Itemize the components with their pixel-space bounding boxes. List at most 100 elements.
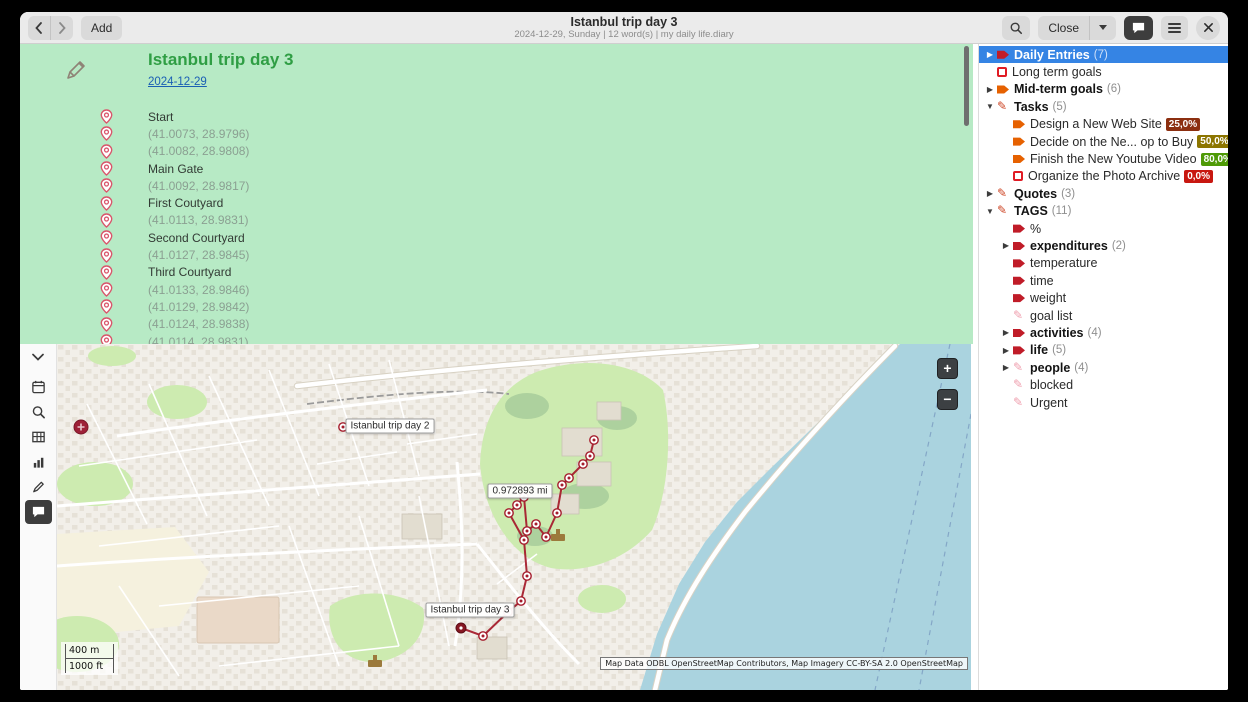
chat-bubble-icon <box>31 505 46 519</box>
scrollbar-thumb[interactable] <box>964 46 969 126</box>
tree-row[interactable]: Design a New Web Site 25,0% <box>979 116 1228 133</box>
pencil-icon <box>31 479 46 495</box>
annotations-button[interactable] <box>1124 16 1153 40</box>
tree-row[interactable]: temperature <box>979 255 1228 272</box>
search-icon <box>1009 21 1023 35</box>
tree-row[interactable]: ▶ Mid-term goals (6) <box>979 81 1228 98</box>
entry-item-text: (41.0113, 28.9831) <box>148 213 249 227</box>
tree-item-label[interactable]: % <box>1030 222 1041 236</box>
entry-list-item: (41.0114, 28.9831) <box>20 333 973 344</box>
expander-icon[interactable]: ▼ <box>983 207 997 216</box>
window-title: Istanbul trip day 3 <box>514 15 733 29</box>
entry-list-item: Second Courtyard <box>20 229 973 246</box>
entry-date-link[interactable]: 2024-12-29 <box>148 76 207 88</box>
tree-row[interactable]: time <box>979 272 1228 289</box>
tree-item-label[interactable]: life <box>1030 343 1048 357</box>
tree-item-label[interactable]: Finish the New Youtube Video <box>1030 152 1197 166</box>
tree-row[interactable]: weight <box>979 289 1228 306</box>
tree-row[interactable]: Urgent <box>979 394 1228 411</box>
tree-item-label[interactable]: Long term goals <box>1012 65 1102 79</box>
tree-item-label[interactable]: Decide on the Ne... op to Buy <box>1030 135 1193 149</box>
table-button[interactable] <box>25 425 52 449</box>
chart-button[interactable] <box>25 450 52 474</box>
tree-row[interactable]: blocked <box>979 376 1228 393</box>
tree-item-icon <box>1013 398 1025 408</box>
add-button[interactable]: Add <box>81 16 122 40</box>
tree-row[interactable]: ▶ Daily Entries (7) <box>979 46 1228 63</box>
expander-icon[interactable]: ▶ <box>999 346 1013 355</box>
tree-row[interactable]: Organize the Photo Archive 0,0% <box>979 168 1228 185</box>
tree-item-icon <box>1013 137 1025 147</box>
tree-row[interactable]: ▶ life (5) <box>979 342 1228 359</box>
progress-badge: 0,0% <box>1184 170 1213 183</box>
search-entries-button[interactable] <box>25 400 52 424</box>
close-dropdown-button[interactable] <box>1090 16 1116 40</box>
expander-icon[interactable]: ▶ <box>983 50 997 59</box>
tree-row[interactable]: Finish the New Youtube Video 80,0% <box>979 150 1228 167</box>
tree-row[interactable]: ▶ activities (4) <box>979 324 1228 341</box>
calendar-button[interactable] <box>25 375 52 399</box>
tree-item-label[interactable]: time <box>1030 274 1054 288</box>
tree-item-label[interactable]: blocked <box>1030 378 1073 392</box>
tree-item-count: (5) <box>1052 344 1066 356</box>
location-pin-icon <box>100 299 113 314</box>
tree-row[interactable]: ▼ TAGS (11) <box>979 203 1228 220</box>
tree-item-label[interactable]: Mid-term goals <box>1014 82 1103 96</box>
back-button[interactable] <box>28 16 51 40</box>
expander-icon[interactable]: ▶ <box>983 189 997 198</box>
trip-marker-label[interactable]: Istanbul trip day 2 <box>346 419 435 434</box>
window-close-button[interactable] <box>1196 16 1220 40</box>
tree-row[interactable]: Decide on the Ne... op to Buy 50,0% <box>979 133 1228 150</box>
tree-row[interactable]: ▶ people (4) <box>979 359 1228 376</box>
search-button[interactable] <box>1002 16 1030 40</box>
tree-row[interactable]: ▶ Quotes (3) <box>979 185 1228 202</box>
edit-button[interactable] <box>25 475 52 499</box>
expander-icon[interactable]: ▶ <box>999 241 1013 250</box>
tree-row[interactable]: goal list <box>979 307 1228 324</box>
map-canvas[interactable] <box>57 344 971 690</box>
location-pin-icon <box>100 230 113 245</box>
header-bar: Add Istanbul trip day 3 2024-12-29, Sund… <box>20 12 1228 44</box>
zoom-in-button[interactable]: + <box>937 358 958 379</box>
tree-item-label[interactable]: TAGS <box>1014 204 1048 218</box>
tree-item-count: (5) <box>1053 101 1067 113</box>
tree-item-icon <box>1013 154 1025 164</box>
menu-button[interactable] <box>1161 16 1188 40</box>
map-scale: 400 m 1000 ft <box>61 642 118 675</box>
tree-row[interactable]: ▶ expenditures (2) <box>979 237 1228 254</box>
entry-editor[interactable]: Istanbul trip day 3 2024-12-29 Start (41… <box>20 44 973 344</box>
tree-item-icon <box>1013 380 1025 390</box>
tree-item-label[interactable]: Quotes <box>1014 187 1057 201</box>
tree-item-label[interactable]: goal list <box>1030 309 1072 323</box>
expander-icon[interactable]: ▶ <box>983 85 997 94</box>
entry-list-item: (41.0124, 28.9838) <box>20 316 973 333</box>
tree-item-label[interactable]: Daily Entries <box>1014 48 1090 62</box>
close-entry-button[interactable]: Close <box>1038 16 1090 40</box>
tree-item-label[interactable]: expenditures <box>1030 239 1108 253</box>
tree-item-label[interactable]: people <box>1030 361 1070 375</box>
tree-item-label[interactable]: Organize the Photo Archive <box>1028 169 1180 183</box>
expander-icon[interactable]: ▼ <box>983 102 997 111</box>
tree-row[interactable]: ▼ Tasks (5) <box>979 98 1228 115</box>
tree-row[interactable]: Long term goals <box>979 63 1228 80</box>
entry-item-text: (41.0082, 28.9808) <box>148 144 249 158</box>
tree-item-label[interactable]: Tasks <box>1014 100 1049 114</box>
map-annotations-button[interactable] <box>25 500 52 524</box>
tree-item-label[interactable]: Urgent <box>1030 396 1068 410</box>
tree-item-label[interactable]: weight <box>1030 291 1066 305</box>
trip-marker-label[interactable]: Istanbul trip day 3 <box>426 603 515 618</box>
tree-item-label[interactable]: Design a New Web Site <box>1030 117 1162 131</box>
map-panel[interactable]: Istanbul trip day 2 0.972893 mi Istanbul… <box>57 344 971 690</box>
entry-list-item: (41.0133, 28.9846) <box>20 281 973 298</box>
tree-item-label[interactable]: temperature <box>1030 256 1097 270</box>
collapse-panel-button[interactable] <box>24 349 52 365</box>
expander-icon[interactable]: ▶ <box>999 328 1013 337</box>
entry-list-item: Main Gate <box>20 160 973 177</box>
tree-item-label[interactable]: activities <box>1030 326 1084 340</box>
expander-icon[interactable]: ▶ <box>999 363 1013 372</box>
progress-badge: 50,0% <box>1197 135 1228 148</box>
zoom-out-button[interactable]: − <box>937 389 958 410</box>
tree-row[interactable]: % <box>979 220 1228 237</box>
entry-list-item: (41.0073, 28.9796) <box>20 125 973 142</box>
forward-button[interactable] <box>51 16 73 40</box>
